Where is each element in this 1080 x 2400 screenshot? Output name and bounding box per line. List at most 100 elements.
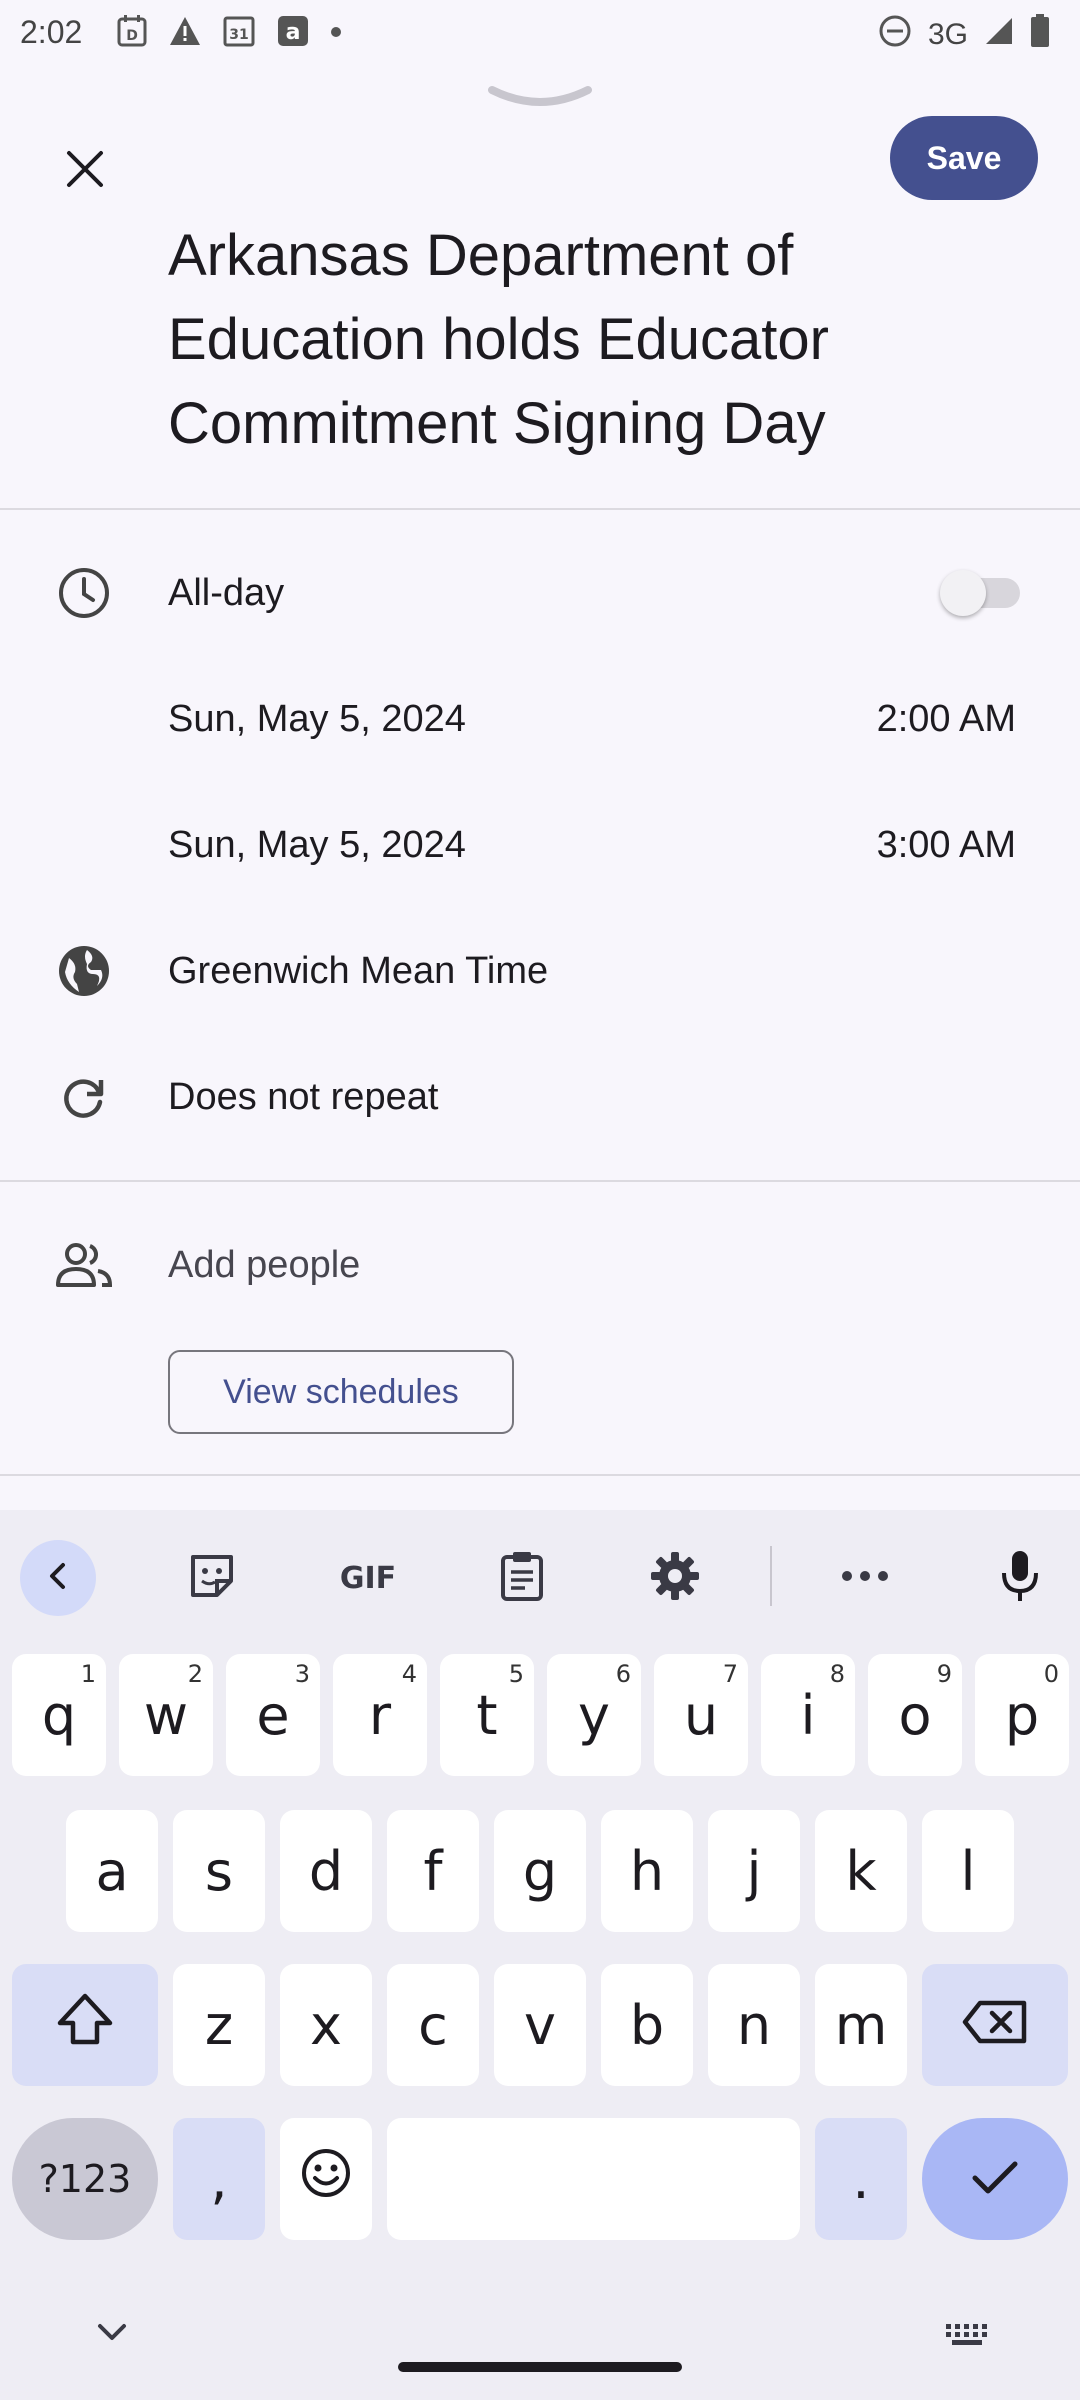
key-g[interactable]: g (494, 1810, 586, 1932)
key-z[interactable]: z (173, 1964, 265, 2086)
mic-button[interactable] (982, 1540, 1058, 1616)
key-q[interactable]: q1 (12, 1654, 106, 1776)
save-button[interactable]: Save (890, 116, 1038, 200)
settings-button[interactable] (637, 1540, 713, 1616)
emoji-icon (300, 2147, 352, 2212)
globe-icon (54, 941, 114, 1001)
shift-icon (55, 1991, 115, 2060)
svg-text:a: a (286, 20, 301, 45)
key-f[interactable]: f (387, 1810, 479, 1932)
gif-button[interactable]: GIF (330, 1540, 406, 1616)
comma-key[interactable]: , (173, 2118, 265, 2240)
clipboard-icon (499, 1550, 545, 1607)
event-editor-sheet: Save Arkansas Department of Education ho… (0, 64, 1080, 1510)
repeat-row[interactable]: Does not repeat (0, 1042, 1080, 1152)
allday-toggle[interactable] (940, 570, 1024, 616)
people-icon (54, 1235, 114, 1295)
shift-key[interactable] (12, 1964, 158, 2086)
more-button[interactable] (827, 1540, 903, 1616)
key-m[interactable]: m (815, 1964, 907, 2086)
svg-text:D: D (126, 28, 138, 44)
keyboard: GIF q1 w2 e3 r4 t5 y6 u7 i8 o9 p 0 a s d… (0, 1510, 1080, 2400)
done-key[interactable] (922, 2118, 1068, 2240)
symbols-key[interactable]: ?123 (12, 2118, 158, 2240)
key-p[interactable]: p0 (975, 1654, 1069, 1776)
timezone-label: Greenwich Mean Time (168, 949, 549, 992)
keyboard-back-button[interactable] (20, 1540, 96, 1616)
key-i[interactable]: i8 (761, 1654, 855, 1776)
more-icon (841, 1569, 889, 1587)
key-j[interactable]: j (708, 1810, 800, 1932)
key-v[interactable]: v (494, 1964, 586, 2086)
period-key[interactable]: . (815, 2118, 907, 2240)
key-y[interactable]: y6 (547, 1654, 641, 1776)
start-date[interactable]: Sun, May 5, 2024 (168, 698, 466, 741)
keyboard-switch-icon[interactable] (946, 2324, 990, 2351)
repeat-label: Does not repeat (168, 1075, 439, 1118)
event-title-input[interactable]: Arkansas Department of Education holds E… (168, 214, 1048, 466)
divider (0, 508, 1080, 510)
key-e[interactable]: e3 (226, 1654, 320, 1776)
key-u[interactable]: u7 (654, 1654, 748, 1776)
calendar-31-icon: 31 (222, 14, 256, 53)
chevron-left-icon (41, 1559, 75, 1598)
key-w[interactable]: w2 (119, 1654, 213, 1776)
end-row: Sun, May 5, 2024 3:00 AM (0, 790, 1080, 900)
warning-icon (168, 15, 202, 52)
gear-icon (649, 1550, 701, 1607)
close-icon (65, 149, 105, 194)
status-bar: 2:02 D 31 a 3G (0, 0, 1080, 64)
emoji-key[interactable] (280, 2118, 372, 2240)
dot-icon (330, 25, 342, 43)
sticker-icon (187, 1551, 237, 1606)
add-people-row[interactable]: Add people (0, 1210, 1080, 1320)
dnd-icon (878, 14, 912, 56)
end-date[interactable]: Sun, May 5, 2024 (168, 824, 466, 867)
clipboard-button[interactable] (484, 1540, 560, 1616)
gif-label: GIF (339, 1560, 397, 1596)
allday-row[interactable]: All-day (0, 538, 1080, 648)
view-schedules-button[interactable]: View schedules (168, 1350, 514, 1434)
key-x[interactable]: x (280, 1964, 372, 2086)
hide-keyboard-chevron-down-icon[interactable] (92, 2320, 132, 2349)
signal-icon (984, 16, 1014, 54)
start-time[interactable]: 2:00 AM (877, 698, 1016, 741)
key-d[interactable]: d (280, 1810, 372, 1932)
add-people-label: Add people (168, 1243, 361, 1286)
key-n[interactable]: n (708, 1964, 800, 2086)
battery-icon (1030, 14, 1050, 56)
toolbar-separator (770, 1546, 772, 1606)
check-icon (970, 2148, 1020, 2211)
calendar-d-icon: D (116, 14, 148, 53)
key-k[interactable]: k (815, 1810, 907, 1932)
clock-icon (54, 563, 114, 623)
repeat-icon (54, 1067, 114, 1127)
key-t[interactable]: t5 (440, 1654, 534, 1776)
divider (0, 1474, 1080, 1476)
network-type: 3G (927, 18, 968, 51)
allday-label: All-day (168, 571, 285, 614)
divider (0, 1180, 1080, 1182)
space-key[interactable] (387, 2118, 800, 2240)
keyboard-toolbar: GIF (0, 1510, 1080, 1640)
backspace-key[interactable] (922, 1964, 1068, 2086)
key-h[interactable]: h (601, 1810, 693, 1932)
drag-handle-icon[interactable] (488, 84, 592, 119)
key-c[interactable]: c (387, 1964, 479, 2086)
key-s[interactable]: s (173, 1810, 265, 1932)
a-icon: a (276, 14, 310, 53)
close-button[interactable] (50, 136, 120, 206)
key-a[interactable]: a (66, 1810, 158, 1932)
status-time: 2:02 (20, 14, 83, 50)
sticker-button[interactable] (174, 1540, 250, 1616)
svg-text:31: 31 (229, 27, 248, 43)
start-row: Sun, May 5, 2024 2:00 AM (0, 664, 1080, 774)
key-o[interactable]: o9 (868, 1654, 962, 1776)
timezone-row[interactable]: Greenwich Mean Time (0, 916, 1080, 1026)
home-gesture-bar[interactable] (398, 2362, 682, 2372)
key-b[interactable]: b (601, 1964, 693, 2086)
key-r[interactable]: r4 (333, 1654, 427, 1776)
end-time[interactable]: 3:00 AM (877, 824, 1016, 867)
backspace-icon (962, 1994, 1028, 2057)
key-l[interactable]: l (922, 1810, 1014, 1932)
